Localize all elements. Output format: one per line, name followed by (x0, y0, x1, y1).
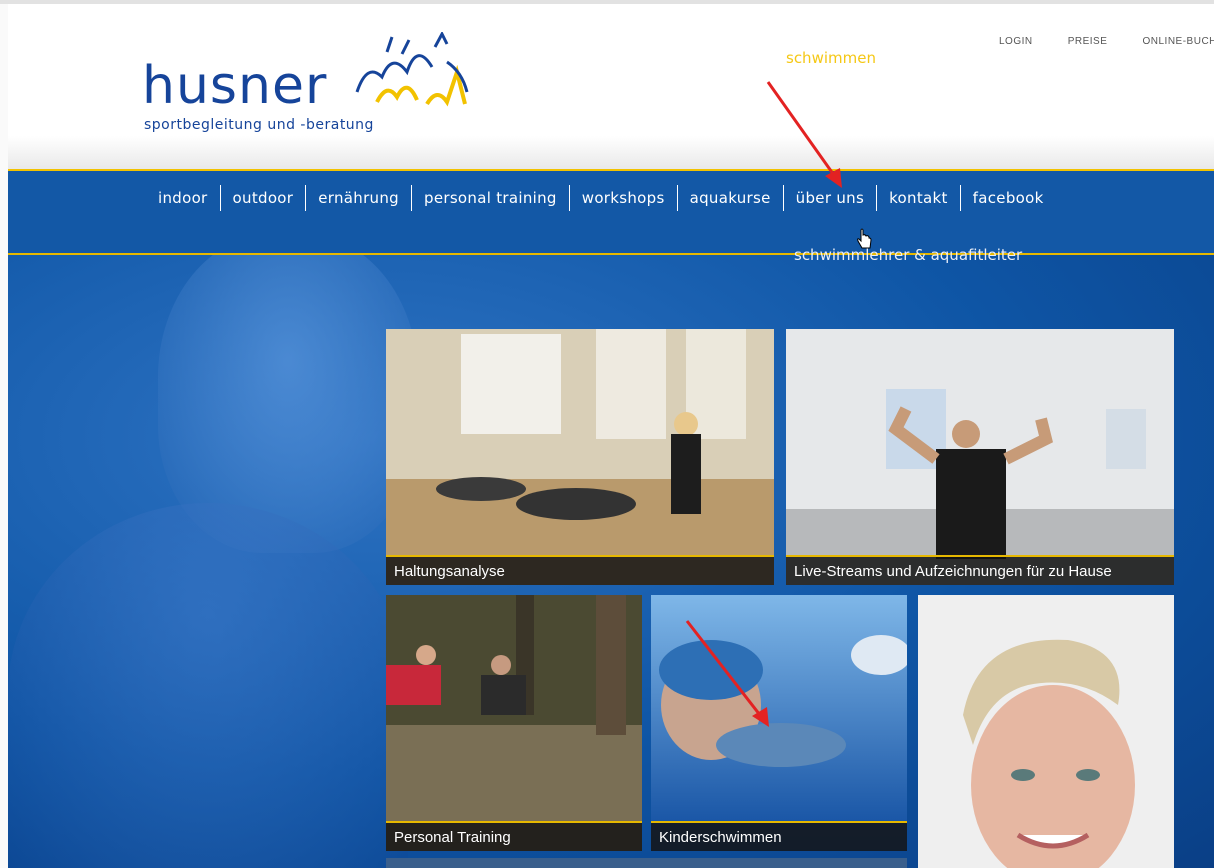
submenu-item-aquafit[interactable]: aquafit (885, 46, 955, 70)
tile-row-partial (386, 858, 907, 868)
hero-shoulder-shape (8, 503, 408, 868)
nav-item-aquakurse[interactable]: aquakurse (678, 185, 784, 211)
nav-item-personal-training[interactable]: personal training (412, 185, 570, 211)
nav-item-kontakt[interactable]: kontakt (877, 185, 961, 211)
submenu-item-schwimmlehrer[interactable]: schwimmlehrer & aquafitleiter (794, 246, 1022, 264)
tile-caption: Live-Streams und Aufzeichnungen für zu H… (786, 555, 1174, 585)
nav-item-indoor[interactable]: indoor (158, 185, 221, 211)
nav-item-outdoor[interactable]: outdoor (221, 185, 307, 211)
tile-portrait[interactable] (918, 595, 1174, 868)
logo-figures-icon (355, 32, 469, 107)
tile-photo-forest (386, 595, 642, 851)
aquakurse-submenu: schwimmen aquafit (786, 46, 955, 70)
top-utility-links: LOGIN PREISE ONLINE-BUCHU (999, 29, 1214, 48)
login-link[interactable]: LOGIN (999, 36, 1033, 47)
tile-caption: Haltungsanalyse (386, 555, 774, 585)
nav-item-ueber-uns[interactable]: über uns (784, 185, 878, 211)
submenu-item-schwimmen[interactable]: schwimmen (786, 46, 885, 70)
logo[interactable]: husner sportbegleitung und -beratung (142, 32, 482, 142)
tile-haltungsanalyse[interactable]: Haltungsanalyse (386, 329, 774, 585)
logo-wordmark: husner (142, 56, 328, 116)
tile-photo-studio (786, 329, 1174, 585)
tile-photo-swimming (651, 595, 907, 851)
tile-photo-gym-class (386, 329, 774, 585)
tile-kinderschwimmen[interactable]: Kinderschwimmen (651, 595, 907, 851)
nav-item-ernaehrung[interactable]: ernährung (306, 185, 412, 211)
tile-personal-training[interactable]: Personal Training (386, 595, 642, 851)
tile-photo-portrait (918, 595, 1174, 868)
online-buchung-link[interactable]: ONLINE-BUCHU (1143, 36, 1214, 47)
page-left-border (0, 4, 8, 868)
tile-caption: Personal Training (386, 821, 642, 851)
tile-live-streams[interactable]: Live-Streams und Aufzeichnungen für zu H… (786, 329, 1174, 585)
site-header: husner sportbegleitung und -beratung LOG… (8, 4, 1214, 169)
nav-item-workshops[interactable]: workshops (570, 185, 678, 211)
logo-subtitle: sportbegleitung und -beratung (144, 117, 374, 133)
nav-item-facebook[interactable]: facebook (961, 185, 1056, 211)
hand-cursor-icon (857, 228, 872, 249)
preise-link[interactable]: PREISE (1068, 36, 1108, 47)
tile-caption: Kinderschwimmen (651, 821, 907, 851)
main-navbar: indoor outdoor ernährung personal training w… (8, 169, 1214, 255)
main-nav: indoor outdoor ernährung personal training w… (158, 185, 1056, 211)
